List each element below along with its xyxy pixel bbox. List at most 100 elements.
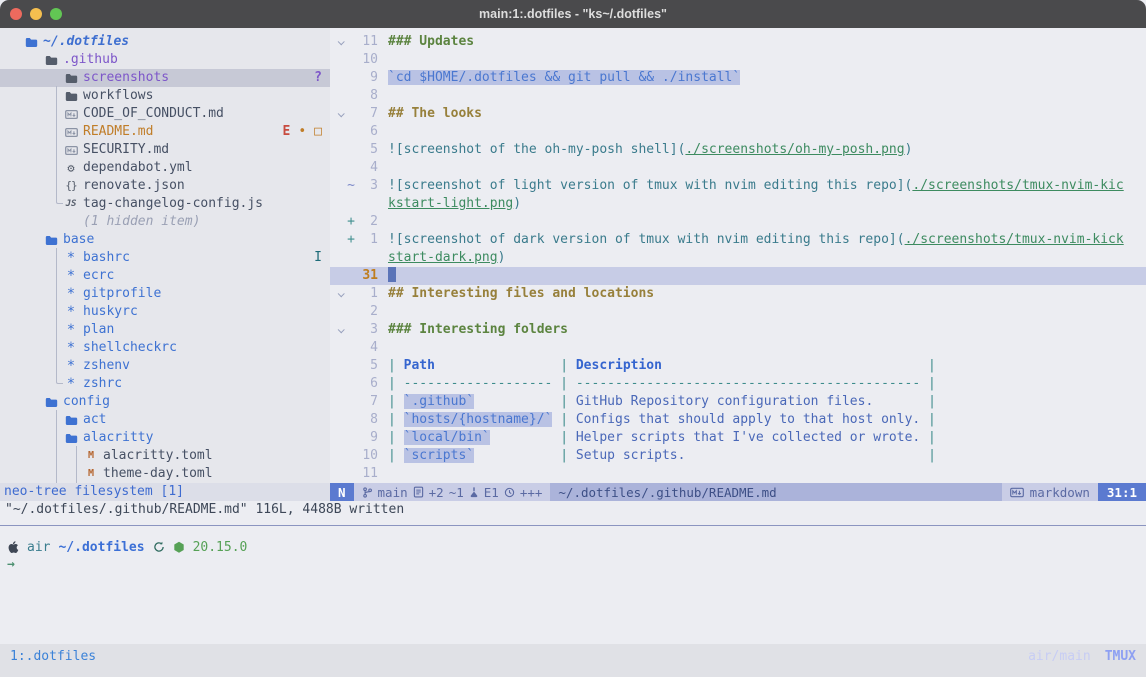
star-icon: * — [64, 267, 78, 285]
editor-line[interactable]: 31 — [330, 267, 1146, 285]
diff-file-icon — [413, 486, 424, 498]
line-text: ## Interesting files and locations — [388, 285, 654, 303]
tree-item-ecrc[interactable]: *ecrc — [0, 267, 330, 285]
git-branch-icon — [362, 486, 373, 499]
star-icon: * — [64, 303, 78, 321]
tree-item-dependabot-yml[interactable]: ⚙dependabot.yml — [0, 159, 330, 177]
fold-chevron-icon[interactable] — [334, 328, 346, 333]
editor-line[interactable]: 11### Updates — [330, 33, 1146, 51]
tree-item-gitprofile[interactable]: *gitprofile — [0, 285, 330, 303]
tree-item-dotfiles[interactable]: ~/.dotfiles — [0, 33, 330, 51]
shell-prompt: air ~/.dotfiles 20.15.0 — [7, 538, 1146, 556]
line-number: 10 — [356, 447, 378, 465]
fold-chevron-icon[interactable] — [334, 40, 346, 45]
star-icon: * — [64, 357, 78, 375]
editor-line[interactable]: 4 — [330, 159, 1146, 177]
folder-icon — [64, 433, 78, 444]
tmux-shell-pane[interactable]: air ~/.dotfiles 20.15.0 → — [0, 525, 1146, 644]
editor-line[interactable]: kstart-light.png) — [330, 195, 1146, 213]
tree-item-screenshots[interactable]: screenshots? — [0, 69, 330, 87]
editor-buffer[interactable]: 11### Updates109`cd $HOME/.dotfiles && g… — [330, 28, 1146, 483]
star-icon: * — [64, 339, 78, 357]
tree-item-label: dependabot.yml — [83, 159, 193, 177]
editor-line[interactable]: 8| `hosts/{hostname}/` | Configs that sh… — [330, 411, 1146, 429]
tree-item-label: theme-day.toml — [103, 465, 213, 483]
git-branch: main — [378, 485, 408, 500]
editor-line[interactable]: +1![screenshot of dark version of tmux w… — [330, 231, 1146, 249]
tree-guide — [56, 266, 57, 286]
tree-item-readme-md[interactable]: README.mdE•□ — [0, 123, 330, 141]
markdown-file-icon — [64, 146, 78, 155]
editor-line[interactable]: 7| `.github` | GitHub Repository configu… — [330, 393, 1146, 411]
tree-guide — [56, 302, 57, 322]
editor-pane: 11### Updates109`cd $HOME/.dotfiles && g… — [330, 28, 1146, 501]
editor-line[interactable]: ~3![screenshot of light version of tmux … — [330, 177, 1146, 195]
tree-item-alacritty[interactable]: alacritty — [0, 429, 330, 447]
git-refresh-icon — [153, 541, 165, 553]
tree-item-tag-changelog-config-js[interactable]: JStag-changelog-config.js — [0, 195, 330, 213]
tree-item-act[interactable]: act — [0, 411, 330, 429]
tree-item-renovate-json[interactable]: {}renovate.json — [0, 177, 330, 195]
tree-item-1-hidden-item[interactable]: (1 hidden item) — [0, 213, 330, 231]
line-text — [388, 267, 396, 285]
tree-item-huskyrc[interactable]: *huskyrc — [0, 303, 330, 321]
editor-line[interactable]: 9| `local/bin` | Helper scripts that I'v… — [330, 429, 1146, 447]
fold-chevron-icon[interactable] — [334, 112, 346, 117]
editor-line[interactable]: 5| Path | Description | — [330, 357, 1146, 375]
editor-line[interactable]: 11 — [330, 465, 1146, 483]
tree-item-label: shellcheckrc — [83, 339, 177, 357]
editor-line[interactable]: 10 — [330, 51, 1146, 69]
tree-item-code-of-conduct-md[interactable]: CODE_OF_CONDUCT.md — [0, 105, 330, 123]
editor-line[interactable]: 3### Interesting folders — [330, 321, 1146, 339]
tree-item-security-md[interactable]: SECURITY.md — [0, 141, 330, 159]
editor-line[interactable]: 1## Interesting files and locations — [330, 285, 1146, 303]
node-version: 20.15.0 — [193, 540, 248, 555]
tree-item-label: gitprofile — [83, 285, 161, 303]
editor-line[interactable]: 9`cd $HOME/.dotfiles && git pull && ./in… — [330, 69, 1146, 87]
tree-item-zshrc[interactable]: *zshrc — [0, 375, 330, 393]
editor-line[interactable]: 10| `scripts` | Setup scripts. | — [330, 447, 1146, 465]
line-number: 5 — [356, 141, 378, 159]
editor-line[interactable]: 7## The looks — [330, 105, 1146, 123]
tmux-window-label[interactable]: 1:.dotfiles — [10, 649, 96, 664]
line-text: ### Interesting folders — [388, 321, 568, 339]
tree-item-label: tag-changelog-config.js — [83, 195, 263, 213]
folder-icon — [64, 91, 78, 102]
editor-line[interactable]: 8 — [330, 87, 1146, 105]
tree-item-bashrc[interactable]: *bashrcI — [0, 249, 330, 267]
tree-guide — [56, 464, 57, 483]
editor-line[interactable]: 6| ------------------- | ---------------… — [330, 375, 1146, 393]
line-text: ## The looks — [388, 105, 482, 123]
editor-line[interactable]: 6 — [330, 123, 1146, 141]
cursor-block — [388, 267, 396, 282]
tree-item-label: screenshots — [83, 69, 169, 87]
tree-guide — [56, 320, 57, 340]
editor-line[interactable]: +2 — [330, 213, 1146, 231]
tree-item-base[interactable]: base — [0, 231, 330, 249]
terminal-window: main:1:.dotfiles - "ks~/.dotfiles" ~/.do… — [0, 0, 1146, 677]
line-text: ![screenshot of light version of tmux wi… — [388, 177, 1124, 195]
tree-item-config[interactable]: config — [0, 393, 330, 411]
tree-item-theme-day-toml[interactable]: Mtheme-day.toml — [0, 465, 330, 483]
tree-item-alacritty-toml[interactable]: Malacritty.toml — [0, 447, 330, 465]
tree-item-shellcheckrc[interactable]: * shellcheckrc — [0, 339, 330, 357]
tree-item-workflows[interactable]: workflows — [0, 87, 330, 105]
prompt-arrow[interactable]: → — [7, 556, 1146, 574]
editor-line[interactable]: 5![screenshot of the oh-my-posh shell](.… — [330, 141, 1146, 159]
line-number: 11 — [356, 465, 378, 483]
window-title: main:1:.dotfiles - "ks~/.dotfiles" — [0, 7, 1146, 21]
folder-icon — [44, 397, 58, 408]
flask-icon — [469, 486, 479, 498]
editor-line[interactable]: 2 — [330, 303, 1146, 321]
tree-item-plan[interactable]: *plan — [0, 321, 330, 339]
tree-guide — [56, 356, 57, 376]
tree-item-label: README.md — [83, 123, 153, 141]
diagnostics-count: E1 — [484, 485, 499, 500]
editor-line[interactable]: 4 — [330, 339, 1146, 357]
editor-line[interactable]: start-dark.png) — [330, 249, 1146, 267]
git-hunks: +++ — [520, 485, 543, 500]
tree-item-zshenv[interactable]: *zshenv — [0, 357, 330, 375]
vim-cmdline-message: "~/.dotfiles/.github/README.md" 116L, 44… — [0, 501, 1146, 519]
fold-chevron-icon[interactable] — [334, 292, 346, 297]
tree-item-github[interactable]: .github — [0, 51, 330, 69]
